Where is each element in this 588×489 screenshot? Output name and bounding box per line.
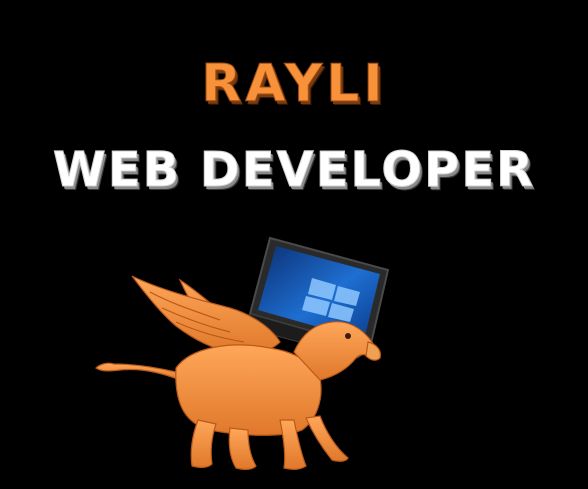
griffin-laptop-illustration: [95, 236, 390, 470]
name-title: RAYLI: [201, 54, 387, 114]
role-title: WEB DEVELOPER: [52, 142, 536, 198]
poster-canvas: RAYLI WEB DEVELOPER: [0, 0, 588, 489]
